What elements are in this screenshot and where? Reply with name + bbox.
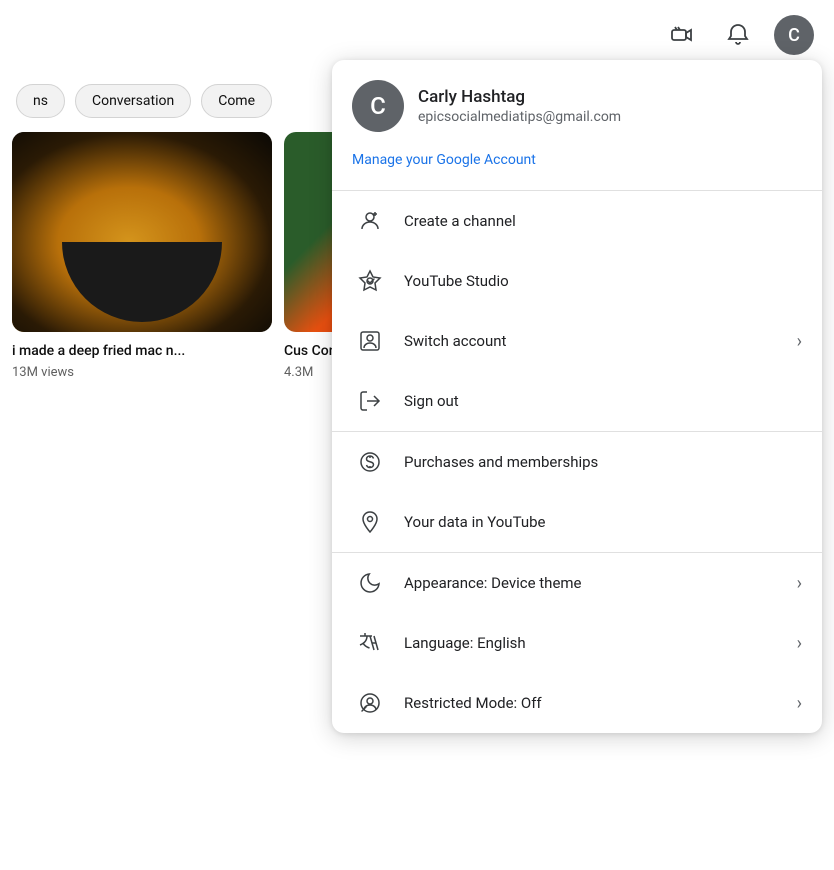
menu-item-create-channel[interactable]: Create a channel — [332, 191, 822, 251]
user-dropdown-panel: C Carly Hashtag epicsocialmediatips@gmai… — [332, 60, 822, 733]
menu-item-appearance[interactable]: Appearance: Device theme › — [332, 553, 822, 613]
create-channel-icon — [352, 203, 388, 239]
switch-account-icon — [352, 323, 388, 359]
chip-ns[interactable]: ns — [16, 84, 65, 118]
switch-account-label: Switch account — [404, 332, 781, 350]
youtube-studio-label: YouTube Studio — [404, 272, 802, 290]
user-avatar-dropdown: C — [352, 80, 404, 132]
create-channel-label: Create a channel — [404, 212, 802, 230]
menu-item-your-data[interactable]: Your data in YouTube — [332, 492, 822, 552]
language-chevron: › — [797, 633, 802, 654]
chip-come[interactable]: Come — [201, 84, 272, 118]
your-data-label: Your data in YouTube — [404, 513, 802, 531]
user-info-section: C Carly Hashtag epicsocialmediatips@gmai… — [332, 60, 822, 190]
youtube-studio-icon — [352, 263, 388, 299]
menu-item-youtube-studio[interactable]: YouTube Studio — [332, 251, 822, 311]
chip-conversation[interactable]: Conversation — [75, 84, 191, 118]
purchases-label: Purchases and memberships — [404, 453, 802, 471]
user-avatar-header[interactable]: C — [774, 15, 814, 55]
notifications-button[interactable] — [718, 15, 758, 55]
video-title-0: i made a deep fried mac n... — [12, 342, 272, 362]
sign-out-label: Sign out — [404, 392, 802, 410]
user-details: Carly Hashtag epicsocialmediatips@gmail.… — [418, 87, 621, 125]
menu-item-purchases[interactable]: Purchases and memberships — [332, 432, 822, 492]
appearance-icon — [352, 565, 388, 601]
menu-item-restricted-mode[interactable]: Restricted Mode: Off › — [332, 673, 822, 733]
user-name: Carly Hashtag — [418, 87, 621, 107]
user-email: epicsocialmediatips@gmail.com — [418, 109, 621, 125]
restricted-mode-icon — [352, 685, 388, 721]
your-data-icon — [352, 504, 388, 540]
appearance-label: Appearance: Device theme — [404, 574, 781, 592]
video-card-0[interactable]: i made a deep fried mac n... 13M views — [12, 132, 272, 386]
switch-account-chevron: › — [797, 331, 802, 352]
menu-item-sign-out[interactable]: Sign out — [332, 371, 822, 431]
manage-google-account-link[interactable]: Manage your Google Account — [352, 146, 536, 174]
restricted-mode-chevron: › — [797, 693, 802, 714]
purchases-icon — [352, 444, 388, 480]
appearance-chevron: › — [797, 573, 802, 594]
thumbnail-bowl — [62, 242, 222, 322]
language-icon — [352, 625, 388, 661]
sign-out-icon — [352, 383, 388, 419]
video-meta-0: 13M views — [12, 365, 272, 380]
menu-item-switch-account[interactable]: Switch account › — [332, 311, 822, 371]
video-thumbnail-0 — [12, 132, 272, 332]
language-label: Language: English — [404, 634, 781, 652]
user-row: C Carly Hashtag epicsocialmediatips@gmai… — [352, 80, 621, 132]
create-video-button[interactable] — [662, 15, 702, 55]
video-info-0: i made a deep fried mac n... 13M views — [12, 332, 272, 386]
menu-item-language[interactable]: Language: English › — [332, 613, 822, 673]
restricted-mode-label: Restricted Mode: Off — [404, 694, 781, 712]
